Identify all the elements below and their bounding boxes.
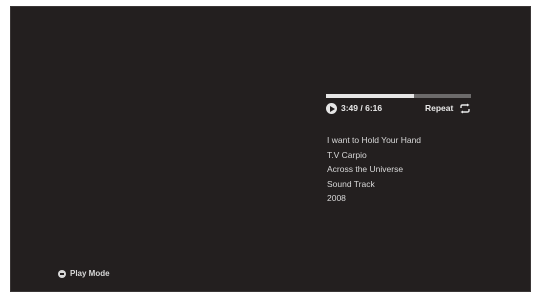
progress-bar-fill: [326, 94, 415, 98]
track-artist: T.V Carpio: [327, 149, 367, 160]
playback-time: 3:49 / 6:16: [341, 103, 383, 113]
play-mode-button[interactable]: Play Mode: [58, 269, 110, 278]
repeat-icon[interactable]: [459, 103, 471, 114]
track-title: I want to Hold Your Hand: [327, 135, 422, 145]
play-mode-button-icon: [58, 269, 66, 278]
repeat-label[interactable]: Repeat: [425, 103, 453, 114]
track-info: I want to Hold Your Hand T.V Carpio Acro…: [327, 133, 421, 206]
track-year: 2008: [327, 193, 346, 203]
media-player-screen: 3:49 / 6:16 Repeat I want to Hold Your H…: [10, 6, 531, 292]
track-album: Across the Universe: [327, 164, 404, 174]
play-mode-label: Play Mode: [70, 269, 110, 278]
progress-bar[interactable]: [326, 94, 471, 98]
track-genre: Sound Track: [327, 178, 375, 189]
play-icon[interactable]: [326, 103, 337, 114]
